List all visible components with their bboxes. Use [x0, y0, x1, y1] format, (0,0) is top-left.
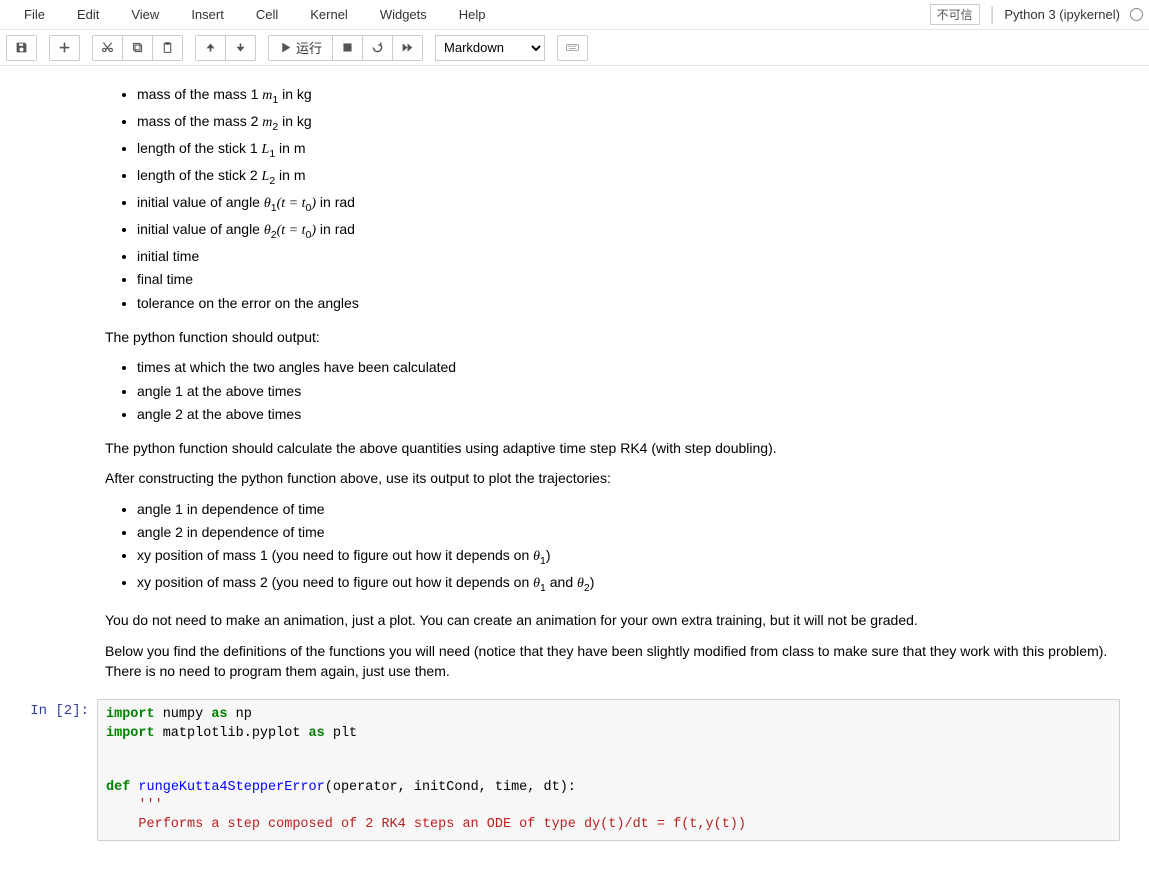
interrupt-button[interactable] [332, 35, 363, 61]
fast-forward-icon [401, 41, 414, 54]
trajectories-list: angle 1 in dependence of time angle 2 in… [105, 499, 1140, 597]
plus-icon [58, 41, 71, 54]
list-item: times at which the two angles have been … [137, 357, 1140, 377]
arrow-down-icon [234, 41, 247, 54]
paste-icon [161, 41, 174, 54]
copy-button[interactable] [122, 35, 153, 61]
menu-edit[interactable]: Edit [61, 3, 115, 26]
code-input-area[interactable]: import numpy as np import matplotlib.pyp… [97, 699, 1120, 841]
menu-file[interactable]: File [8, 3, 61, 26]
inputs-list: mass of the mass 1 m1 in kg mass of the … [105, 84, 1140, 313]
play-icon [279, 41, 292, 54]
input-prompt: In [2]: [1, 699, 97, 841]
command-palette-button[interactable] [557, 35, 588, 61]
outputs-list: times at which the two angles have been … [105, 357, 1140, 424]
move-up-button[interactable] [195, 35, 226, 61]
restart-button[interactable] [362, 35, 393, 61]
menu-help[interactable]: Help [443, 3, 502, 26]
paste-button[interactable] [152, 35, 183, 61]
list-item: angle 1 in dependence of time [137, 499, 1140, 519]
list-item: angle 2 at the above times [137, 404, 1140, 424]
list-item: length of the stick 1 L1 in m [137, 138, 1140, 162]
cell-type-select[interactable]: Markdown [435, 35, 545, 61]
menu-cell[interactable]: Cell [240, 3, 294, 26]
toolbar: 运行 Markdown [0, 30, 1149, 66]
list-item: tolerance on the error on the angles [137, 293, 1140, 313]
menu-insert[interactable]: Insert [175, 3, 240, 26]
code-cell[interactable]: In [2]: import numpy as np import matplo… [1, 697, 1148, 843]
list-item: length of the stick 2 L2 in m [137, 165, 1140, 189]
menubar: File Edit View Insert Cell Kernel Widget… [0, 0, 1149, 30]
list-item: xy position of mass 1 (you need to figur… [137, 545, 1140, 569]
restart-run-all-button[interactable] [392, 35, 423, 61]
paragraph: You do not need to make an animation, ju… [105, 610, 1140, 630]
restart-icon [371, 41, 384, 54]
list-item: mass of the mass 2 m2 in kg [137, 111, 1140, 135]
list-item: initial time [137, 246, 1140, 266]
menu-widgets[interactable]: Widgets [364, 3, 443, 26]
stop-icon [341, 41, 354, 54]
copy-icon [131, 41, 144, 54]
kernel-name[interactable]: Python 3 (ipykernel) [1004, 7, 1120, 22]
cut-icon [101, 41, 114, 54]
arrow-up-icon [204, 41, 217, 54]
notebook-container: mass of the mass 1 m1 in kg mass of the … [0, 66, 1149, 883]
list-item: angle 2 in dependence of time [137, 522, 1140, 542]
paragraph: Below you find the definitions of the fu… [105, 641, 1140, 682]
cut-button[interactable] [92, 35, 123, 61]
run-label: 运行 [296, 38, 322, 57]
paragraph: After constructing the python function a… [105, 468, 1140, 488]
paragraph: The python function should calculate the… [105, 438, 1140, 458]
menu-kernel[interactable]: Kernel [294, 3, 364, 26]
list-item: xy position of mass 2 (you need to figur… [137, 572, 1140, 596]
save-button[interactable] [6, 35, 37, 61]
markdown-cell[interactable]: mass of the mass 1 m1 in kg mass of the … [1, 74, 1148, 697]
not-trusted-badge[interactable]: 不可信 [930, 4, 980, 25]
paragraph: The python function should output: [105, 327, 1140, 347]
list-item: angle 1 at the above times [137, 381, 1140, 401]
list-item: mass of the mass 1 m1 in kg [137, 84, 1140, 108]
move-down-button[interactable] [225, 35, 256, 61]
run-button[interactable]: 运行 [268, 35, 333, 61]
save-icon [15, 41, 28, 54]
markdown-body: mass of the mass 1 m1 in kg mass of the … [97, 76, 1148, 695]
kernel-separator: | [990, 4, 995, 25]
insert-cell-button[interactable] [49, 35, 80, 61]
prompt-empty [1, 76, 97, 695]
list-item: initial value of angle θ1(t = t0) in rad [137, 192, 1140, 216]
keyboard-icon [566, 41, 579, 54]
menu-view[interactable]: View [115, 3, 175, 26]
kernel-idle-icon[interactable] [1130, 8, 1143, 21]
list-item: final time [137, 269, 1140, 289]
list-item: initial value of angle θ2(t = t0) in rad [137, 219, 1140, 243]
